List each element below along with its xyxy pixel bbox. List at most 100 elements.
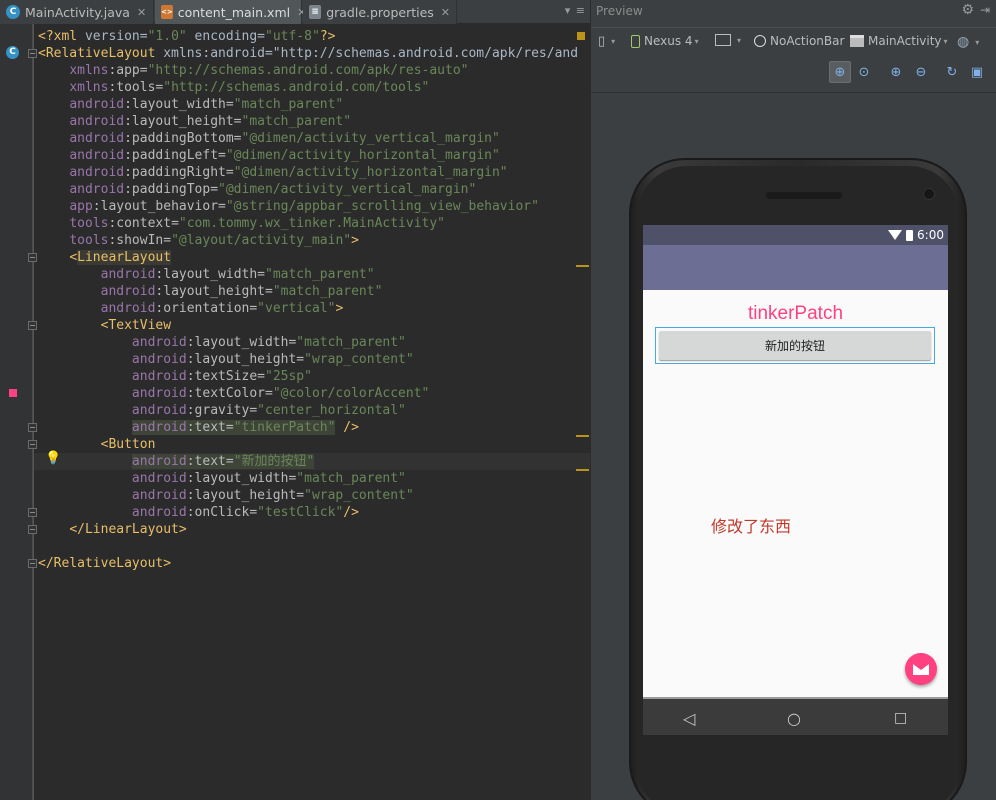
warning-indicator-icon[interactable] <box>577 32 585 40</box>
tinker-title-text: tinkerPatch <box>747 303 844 324</box>
button-selection-outline: 新加的按钮 <box>655 327 935 364</box>
gear-icon[interactable]: ⚙ <box>961 2 974 18</box>
preview-toolbar: ▯ ▾ Nexus 4 ▾ ▾ NoActionBar MainActivity ▾ … <box>591 27 996 55</box>
code-line[interactable]: <?xml version="1.0" encoding="utf-8"?> <box>38 28 335 45</box>
orientation-button[interactable]: ▾ <box>715 34 741 46</box>
code-line[interactable]: android:layout_height="match_parent" <box>38 283 383 300</box>
orientation-icon <box>715 34 731 46</box>
theme-name: NoActionBar <box>770 34 845 48</box>
code-line[interactable]: android:paddingTop="@dimen/activity_vert… <box>38 181 476 198</box>
code-line[interactable]: android:paddingLeft="@dimen/activity_hor… <box>38 147 499 164</box>
activity-selector[interactable]: MainActivity ▾ <box>850 34 948 48</box>
theme-icon <box>754 35 766 47</box>
fab-button[interactable] <box>905 653 937 685</box>
hide-panel-icon[interactable]: ⇥ <box>980 3 990 17</box>
refresh-icon[interactable]: ↻ <box>941 61 963 83</box>
code-line[interactable]: android:text="新加的按钮" <box>38 453 315 470</box>
code-line[interactable]: android:paddingRight="@dimen/activity_ho… <box>38 164 507 181</box>
preview-title: Preview <box>596 4 643 18</box>
error-stripe <box>576 28 590 800</box>
fold-marker[interactable] <box>28 508 37 517</box>
tab-overflow-menu[interactable]: ▾ ≡ <box>565 4 586 17</box>
code-line[interactable]: android:layout_width="match_parent" <box>38 334 406 351</box>
code-line[interactable]: </LinearLayout> <box>38 521 186 538</box>
code-line[interactable]: android:layout_width="match_parent" <box>38 470 406 487</box>
home-icon[interactable]: ○ <box>787 709 801 728</box>
zoom-toolbar: ⊕ ⊙ ⊕ ⊖ ↻ ▣ <box>591 58 996 88</box>
fold-marker[interactable] <box>28 559 37 568</box>
preview-pane: Preview ⚙ ⇥ ▯ ▾ Nexus 4 ▾ ▾ NoActionBar Ma… <box>590 0 996 800</box>
zoom-out-icon[interactable]: ⊖ <box>910 61 932 83</box>
status-time: 6:00 <box>917 228 944 242</box>
warning-stripe-mark[interactable] <box>576 265 589 267</box>
status-bar: 6:00 <box>643 225 948 245</box>
activity-link-icon[interactable]: C <box>6 46 19 59</box>
fold-marker[interactable] <box>28 49 37 58</box>
design-surface-button[interactable]: ▯ ▾ <box>598 34 615 49</box>
warning-stripe-mark[interactable] <box>576 435 589 437</box>
email-icon <box>913 663 929 675</box>
zoom-fit-icon[interactable]: ⊕ <box>829 61 851 83</box>
new-button[interactable]: 新加的按钮 <box>659 331 931 360</box>
fold-marker[interactable] <box>28 423 37 432</box>
java-class-icon: C <box>6 5 20 19</box>
code-line[interactable]: android:onClick="testClick"/> <box>38 504 359 521</box>
battery-icon <box>906 229 914 241</box>
close-icon[interactable]: ✕ <box>137 6 146 19</box>
code-line[interactable]: android:layout_height="wrap_content" <box>38 351 414 368</box>
device-name: Nexus 4 <box>644 34 693 48</box>
close-icon[interactable]: ✕ <box>441 6 450 19</box>
page-icon: ▯ <box>598 34 606 49</box>
code-line[interactable]: <RelativeLayout xmlns:android="http://sc… <box>38 45 578 62</box>
fold-marker[interactable] <box>28 253 37 262</box>
zoom-in-icon[interactable]: ⊕ <box>885 61 907 83</box>
phone-icon <box>631 34 640 48</box>
recents-icon[interactable]: □ <box>894 710 907 726</box>
code-line[interactable]: android:layout_width="match_parent" <box>38 266 375 283</box>
code-line[interactable]: android:orientation="vertical"> <box>38 300 344 317</box>
back-icon[interactable]: ◁ <box>683 709 695 728</box>
code-line[interactable]: <Button <box>38 436 156 453</box>
fold-marker[interactable] <box>28 440 37 449</box>
tab-label: gradle.properties <box>326 4 434 20</box>
tab-label: MainActivity.java <box>25 4 130 20</box>
navigation-bar: ◁ ○ □ <box>643 697 948 735</box>
status-icons: 6:00 <box>888 228 944 242</box>
code-line[interactable]: android:gravity="center_horizontal" <box>38 402 406 419</box>
code-line[interactable]: android:layout_height="match_parent" <box>38 113 351 130</box>
code-line[interactable]: <LinearLayout <box>38 249 172 266</box>
fold-marker[interactable] <box>28 525 37 534</box>
code-line[interactable]: tools:showIn="@layout/activity_main"> <box>38 232 359 249</box>
editor-gutter <box>0 24 34 800</box>
fold-marker[interactable] <box>28 321 37 330</box>
code-line[interactable]: android:textSize="25sp" <box>38 368 312 385</box>
code-line[interactable]: android:layout_width="match_parent" <box>38 96 343 113</box>
color-swatch-icon[interactable] <box>9 389 17 397</box>
tab-gradle-properties[interactable]: ≡ gradle.properties ✕ <box>303 0 457 24</box>
tab-content-main-xml[interactable]: <> content_main.xml ✕ <box>155 0 306 24</box>
globe-icon: ◍ <box>957 34 970 50</box>
code-line[interactable]: xmlns:tools="http://schemas.android.com/… <box>38 79 429 96</box>
warning-stripe-mark[interactable] <box>576 469 589 471</box>
code-line[interactable]: app:layout_behavior="@string/appbar_scro… <box>38 198 539 215</box>
code-line[interactable]: tools:context="com.tommy.wx_tinker.MainA… <box>38 215 445 232</box>
code-line[interactable]: android:layout_height="wrap_content" <box>38 487 414 504</box>
code-line[interactable]: xmlns:app="http://schemas.android.com/ap… <box>38 62 468 79</box>
tab-mainactivity-java[interactable]: C MainActivity.java ✕ <box>0 0 154 24</box>
theme-selector[interactable]: NoActionBar <box>754 34 844 48</box>
screenshot-icon[interactable]: ▣ <box>966 61 988 83</box>
code-line[interactable]: <TextView <box>38 317 171 334</box>
code-line[interactable]: android:text="tinkerPatch" /> <box>38 419 359 436</box>
device-screen: 6:00 tinkerPatch 新加的按钮 修改了东西 ◁ ○ □ <box>643 225 948 735</box>
code-line[interactable]: android:textColor="@color/colorAccent" <box>38 385 429 402</box>
device-selector[interactable]: Nexus 4 ▾ <box>631 34 699 48</box>
code-editor-pane: C MainActivity.java ✕ <> content_main.xm… <box>0 0 590 800</box>
zoom-actual-icon[interactable]: ⊙ <box>853 61 875 83</box>
activity-name: MainActivity <box>868 34 942 48</box>
wifi-icon <box>888 230 903 240</box>
locale-selector[interactable]: ◍ ▾ <box>957 34 979 50</box>
code-line[interactable]: </RelativeLayout> <box>38 555 171 572</box>
code-line[interactable]: android:paddingBottom="@dimen/activity_v… <box>38 130 499 147</box>
activity-icon <box>850 35 864 47</box>
editor-tab-bar: C MainActivity.java ✕ <> content_main.xm… <box>0 0 590 24</box>
